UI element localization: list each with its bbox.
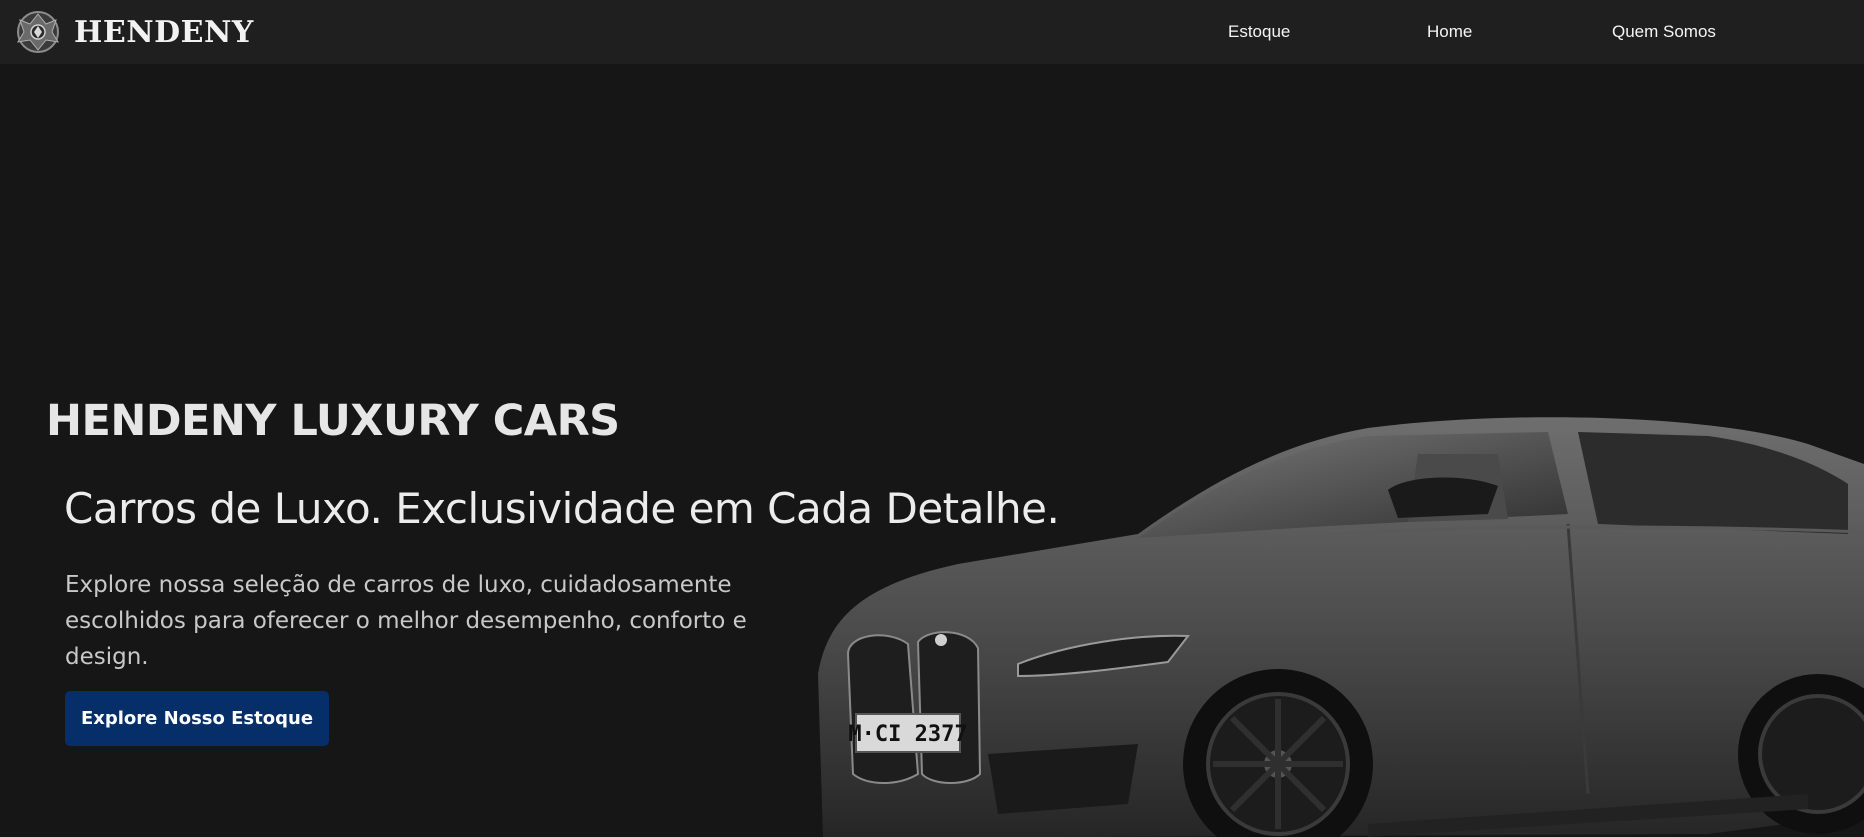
explore-stock-button[interactable]: Explore Nosso Estoque — [65, 691, 329, 746]
hero-title: HENDENY LUXURY CARS — [46, 396, 620, 446]
nav-link-estoque[interactable]: Estoque — [1228, 22, 1290, 42]
top-navbar: HENDENY Estoque Home Quem Somos — [0, 0, 1864, 64]
brand-name: HENDENY — [74, 14, 254, 50]
brand[interactable]: HENDENY — [10, 6, 254, 58]
license-plate-text: M·CI 2377 — [848, 722, 967, 747]
nav-link-quem-somos[interactable]: Quem Somos — [1612, 22, 1716, 42]
crest-emblem-icon — [17, 11, 59, 53]
nav-link-home[interactable]: Home — [1427, 22, 1472, 42]
car-image: M·CI 2377 — [818, 417, 1864, 837]
hero-description: Explore nossa seleção de carros de luxo,… — [65, 572, 747, 670]
